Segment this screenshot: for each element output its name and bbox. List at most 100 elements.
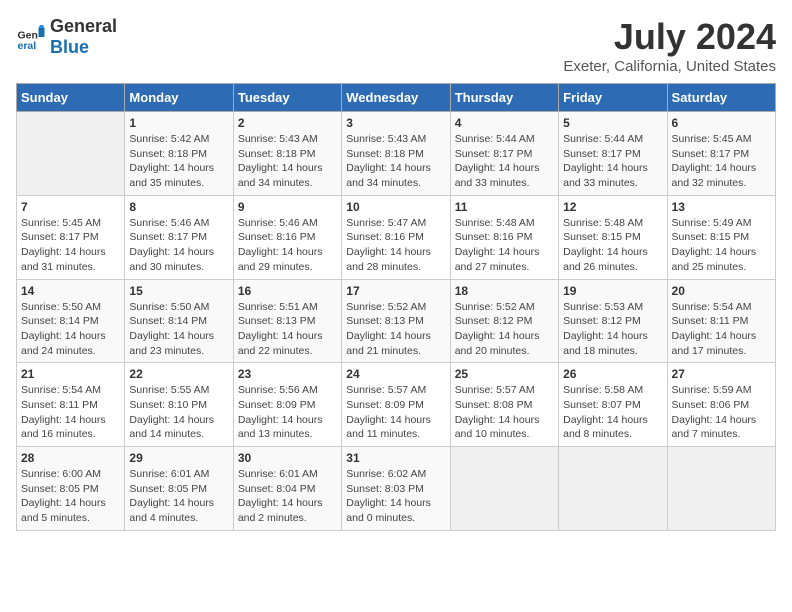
day-cell [450, 447, 558, 531]
day-number: 30 [238, 451, 337, 465]
cell-info: Sunrise: 6:01 AMSunset: 8:04 PMDaylight:… [238, 468, 323, 524]
day-number: 31 [346, 451, 445, 465]
cell-info: Sunrise: 6:00 AMSunset: 8:05 PMDaylight:… [21, 468, 106, 524]
week-row-2: 7 Sunrise: 5:45 AMSunset: 8:17 PMDaylight… [17, 195, 776, 279]
day-cell: 19 Sunrise: 5:53 AMSunset: 8:12 PMDayligh… [559, 279, 667, 363]
day-cell: 5Sunrise: 5:44 AMSunset: 8:17 PMDaylight… [559, 112, 667, 196]
subtitle: Exeter, California, United States [563, 58, 776, 75]
day-number: 19 [563, 284, 662, 298]
day-number: 8 [129, 200, 228, 214]
cell-info: Sunrise: 5:51 AMSunset: 8:13 PMDaylight:… [238, 301, 323, 357]
day-cell: 12Sunrise: 5:48 AMSunset: 8:15 PMDayligh… [559, 195, 667, 279]
day-cell: 7 Sunrise: 5:45 AMSunset: 8:17 PMDaylight… [17, 195, 125, 279]
cell-info: Sunrise: 5:50 AMSunset: 8:14 PMDaylight:… [21, 301, 106, 357]
day-number: 3 [346, 116, 445, 130]
week-row-3: 14Sunrise: 5:50 AMSunset: 8:14 PMDayligh… [17, 279, 776, 363]
cell-info: Sunrise: 5:56 AMSunset: 8:09 PMDaylight:… [238, 384, 323, 440]
day-cell: 30 Sunrise: 6:01 AMSunset: 8:04 PMDayligh… [233, 447, 341, 531]
day-number: 9 [238, 200, 337, 214]
day-cell: 14Sunrise: 5:50 AMSunset: 8:14 PMDayligh… [17, 279, 125, 363]
day-number: 15 [129, 284, 228, 298]
header: Gen eral General Blue July 2024 Exeter, … [16, 16, 776, 75]
cell-info: Sunrise: 5:57 AMSunset: 8:09 PMDaylight:… [346, 384, 431, 440]
cell-info: Sunrise: 5:52 AMSunset: 8:13 PMDaylight:… [346, 301, 431, 357]
cell-info: Sunrise: 5:49 AMSunset: 8:15 PMDaylight:… [672, 217, 757, 273]
day-number: 16 [238, 284, 337, 298]
header-cell-tuesday: Tuesday [233, 84, 341, 112]
day-cell: 13 Sunrise: 5:49 AMSunset: 8:15 PMDayligh… [667, 195, 775, 279]
header-cell-thursday: Thursday [450, 84, 558, 112]
day-cell: 27 Sunrise: 5:59 AMSunset: 8:06 PMDayligh… [667, 363, 775, 447]
cell-info: Sunrise: 5:42 AMSunset: 8:18 PMDaylight:… [129, 133, 214, 189]
cell-info: Sunrise: 5:47 AMSunset: 8:16 PMDaylight:… [346, 217, 431, 273]
day-number: 25 [455, 367, 554, 381]
day-cell: 31 Sunrise: 6:02 AMSunset: 8:03 PMDayligh… [342, 447, 450, 531]
cell-info: Sunrise: 5:45 AMSunset: 8:17 PMDaylight:… [672, 133, 757, 189]
header-cell-saturday: Saturday [667, 84, 775, 112]
day-cell: 20Sunrise: 5:54 AMSunset: 8:11 PMDayligh… [667, 279, 775, 363]
day-number: 26 [563, 367, 662, 381]
day-number: 10 [346, 200, 445, 214]
cell-info: Sunrise: 5:59 AMSunset: 8:06 PMDaylight:… [672, 384, 757, 440]
week-row-4: 21Sunrise: 5:54 AMSunset: 8:11 PMDayligh… [17, 363, 776, 447]
cell-info: Sunrise: 6:01 AMSunset: 8:05 PMDaylight:… [129, 468, 214, 524]
day-number: 27 [672, 367, 771, 381]
day-number: 6 [672, 116, 771, 130]
cell-info: Sunrise: 5:44 AMSunset: 8:17 PMDaylight:… [455, 133, 540, 189]
day-number: 1 [129, 116, 228, 130]
day-cell: 28 Sunrise: 6:00 AMSunset: 8:05 PMDayligh… [17, 447, 125, 531]
day-number: 18 [455, 284, 554, 298]
day-number: 29 [129, 451, 228, 465]
cell-info: Sunrise: 5:43 AMSunset: 8:18 PMDaylight:… [346, 133, 431, 189]
day-cell: 2 Sunrise: 5:43 AMSunset: 8:18 PMDaylight… [233, 112, 341, 196]
cell-info: Sunrise: 5:50 AMSunset: 8:14 PMDaylight:… [129, 301, 214, 357]
day-cell: 25 Sunrise: 5:57 AMSunset: 8:08 PMDayligh… [450, 363, 558, 447]
logo-text: General Blue [50, 16, 117, 58]
day-cell: 29 Sunrise: 6:01 AMSunset: 8:05 PMDayligh… [125, 447, 233, 531]
cell-info: Sunrise: 5:43 AMSunset: 8:18 PMDaylight:… [238, 133, 323, 189]
cell-info: Sunrise: 5:57 AMSunset: 8:08 PMDaylight:… [455, 384, 540, 440]
header-cell-sunday: Sunday [17, 84, 125, 112]
cell-info: Sunrise: 5:55 AMSunset: 8:10 PMDaylight:… [129, 384, 214, 440]
day-cell: 9Sunrise: 5:46 AMSunset: 8:16 PMDaylight… [233, 195, 341, 279]
cell-info: Sunrise: 5:48 AMSunset: 8:16 PMDaylight:… [455, 217, 540, 273]
day-number: 13 [672, 200, 771, 214]
day-cell: 21Sunrise: 5:54 AMSunset: 8:11 PMDayligh… [17, 363, 125, 447]
cell-info: Sunrise: 5:46 AMSunset: 8:17 PMDaylight:… [129, 217, 214, 273]
day-cell [667, 447, 775, 531]
header-row: SundayMondayTuesdayWednesdayThursdayFrid… [17, 84, 776, 112]
day-number: 5 [563, 116, 662, 130]
calendar-table: SundayMondayTuesdayWednesdayThursdayFrid… [16, 83, 776, 531]
day-cell: 18 Sunrise: 5:52 AMSunset: 8:12 PMDayligh… [450, 279, 558, 363]
cell-info: Sunrise: 5:45 AMSunset: 8:17 PMDaylight:… [21, 217, 106, 273]
day-cell [559, 447, 667, 531]
day-number: 24 [346, 367, 445, 381]
title-area: July 2024 Exeter, California, United Sta… [563, 16, 776, 75]
day-cell: 17 Sunrise: 5:52 AMSunset: 8:13 PMDayligh… [342, 279, 450, 363]
cell-info: Sunrise: 5:58 AMSunset: 8:07 PMDaylight:… [563, 384, 648, 440]
day-cell: 10 Sunrise: 5:47 AMSunset: 8:16 PMDayligh… [342, 195, 450, 279]
day-cell: 6 Sunrise: 5:45 AMSunset: 8:17 PMDaylight… [667, 112, 775, 196]
cell-info: Sunrise: 5:52 AMSunset: 8:12 PMDaylight:… [455, 301, 540, 357]
main-title: July 2024 [563, 16, 776, 58]
day-number: 21 [21, 367, 120, 381]
logo-general: General [50, 16, 117, 36]
day-cell: 22Sunrise: 5:55 AMSunset: 8:10 PMDayligh… [125, 363, 233, 447]
day-number: 7 [21, 200, 120, 214]
day-number: 17 [346, 284, 445, 298]
week-row-1: 1 Sunrise: 5:42 AMSunset: 8:18 PMDaylight… [17, 112, 776, 196]
day-cell: 4Sunrise: 5:44 AMSunset: 8:17 PMDaylight… [450, 112, 558, 196]
header-cell-monday: Monday [125, 84, 233, 112]
day-cell: 26 Sunrise: 5:58 AMSunset: 8:07 PMDayligh… [559, 363, 667, 447]
day-number: 2 [238, 116, 337, 130]
week-row-5: 28 Sunrise: 6:00 AMSunset: 8:05 PMDayligh… [17, 447, 776, 531]
cell-info: Sunrise: 5:53 AMSunset: 8:12 PMDaylight:… [563, 301, 648, 357]
day-number: 23 [238, 367, 337, 381]
cell-info: Sunrise: 6:02 AMSunset: 8:03 PMDaylight:… [346, 468, 431, 524]
day-number: 20 [672, 284, 771, 298]
day-number: 11 [455, 200, 554, 214]
day-cell: 3 Sunrise: 5:43 AMSunset: 8:18 PMDaylight… [342, 112, 450, 196]
day-cell: 8 Sunrise: 5:46 AMSunset: 8:17 PMDaylight… [125, 195, 233, 279]
day-number: 28 [21, 451, 120, 465]
day-cell: 11 Sunrise: 5:48 AMSunset: 8:16 PMDayligh… [450, 195, 558, 279]
